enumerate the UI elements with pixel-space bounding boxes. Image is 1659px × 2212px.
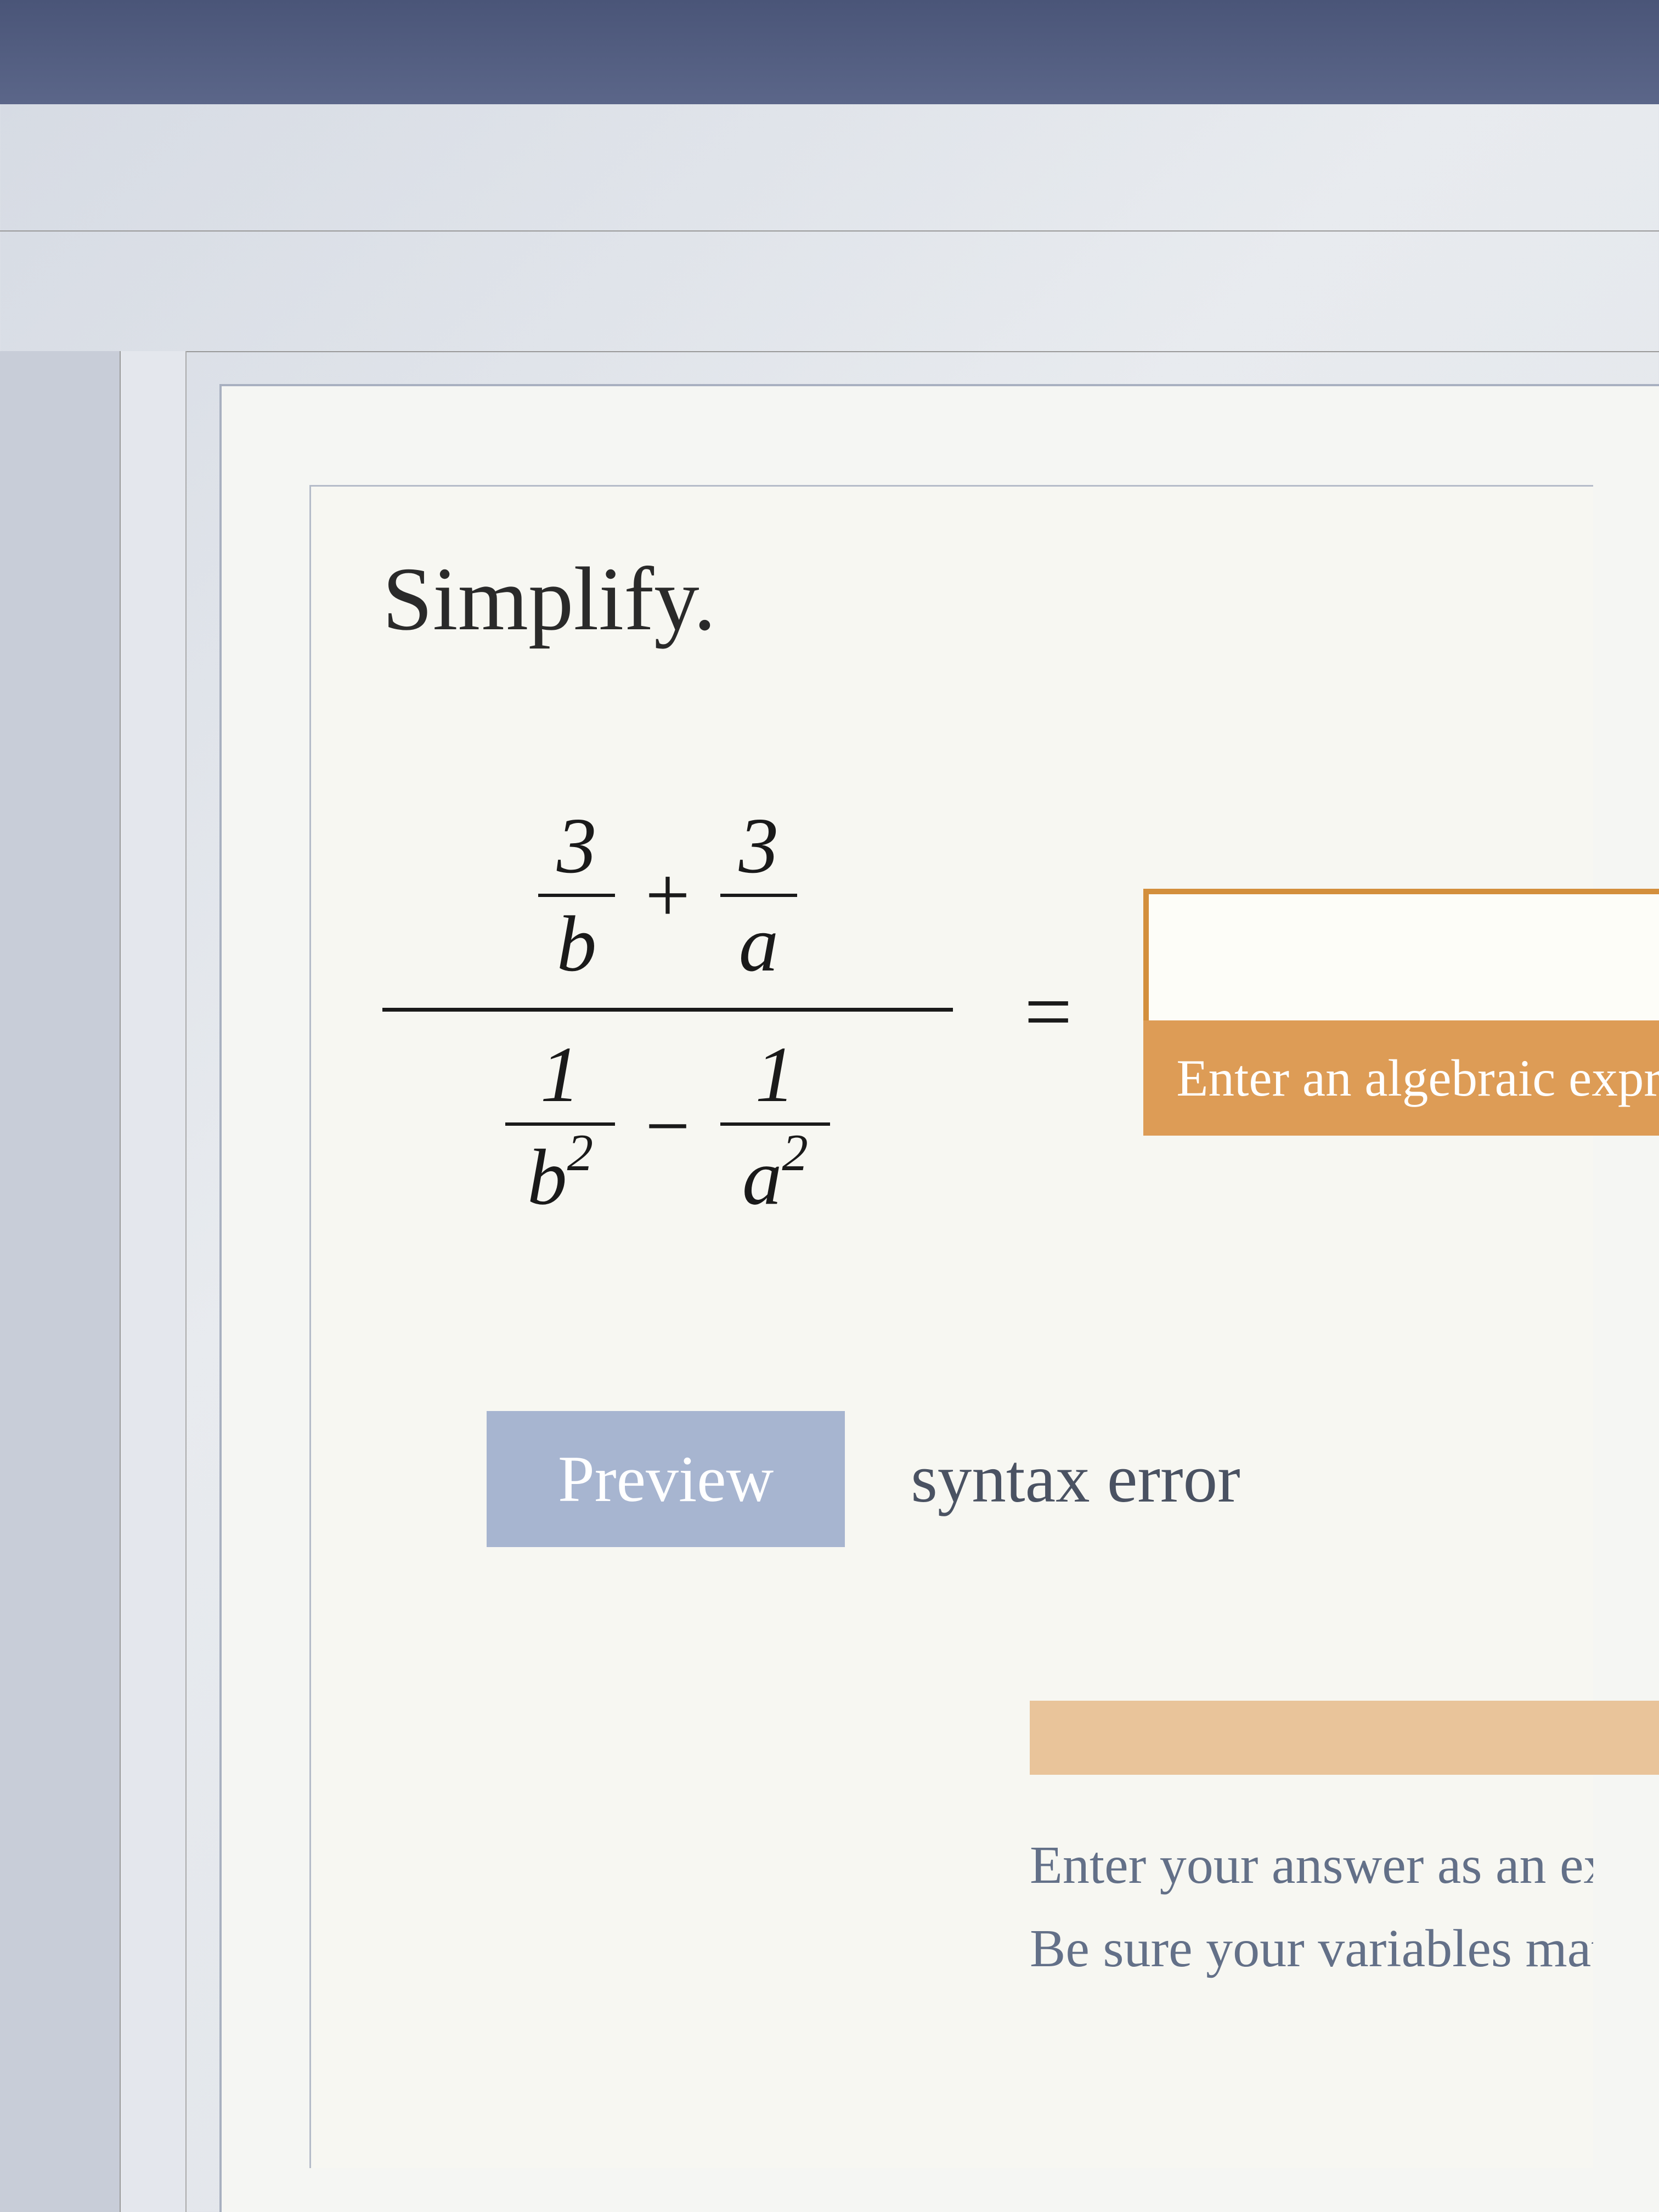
equals-sign: = xyxy=(1024,963,1072,1061)
denominator: b2 xyxy=(527,1129,593,1222)
complex-fraction: 3 b + 3 a 1 xyxy=(382,783,953,1241)
minus-operator: − xyxy=(645,1081,690,1172)
denominator: a xyxy=(739,900,779,989)
denominator: a2 xyxy=(742,1129,808,1222)
fraction: 1 b2 xyxy=(505,1031,615,1222)
instruction-line: Enter your answer as an exp xyxy=(1030,1824,1593,1908)
left-sidebar xyxy=(0,351,121,2212)
equation-row: 3 b + 3 a 1 xyxy=(382,783,1593,1241)
fraction-bar xyxy=(720,1122,830,1126)
answer-hint-label: Enter an algebraic expre xyxy=(1143,1020,1659,1136)
fraction: 3 b xyxy=(538,802,615,989)
fraction: 1 a2 xyxy=(720,1031,830,1222)
content-panel: Simplify. 3 b + 3 a xyxy=(219,384,1659,2212)
problem-container: Simplify. 3 b + 3 a xyxy=(309,485,1593,2168)
fraction-bar xyxy=(505,1122,615,1126)
answer-input[interactable] xyxy=(1143,889,1659,1020)
hint-highlight-bar xyxy=(1030,1701,1659,1775)
numerator: 3 xyxy=(557,802,597,890)
plus-operator: + xyxy=(645,850,690,941)
numerator: 1 xyxy=(755,1031,795,1119)
inner-sidebar xyxy=(121,351,187,2212)
fraction-bar xyxy=(538,894,615,897)
denominator: b xyxy=(557,900,597,989)
complex-denominator: 1 b2 − 1 a2 xyxy=(483,1012,852,1241)
preview-button[interactable]: Preview xyxy=(487,1411,845,1547)
main-fraction-bar xyxy=(382,1008,953,1012)
divider xyxy=(0,351,1659,352)
instruction-line: Be sure your variables matcl xyxy=(1030,1908,1593,1991)
problem-title: Simplify. xyxy=(382,547,1593,651)
syntax-error-label: syntax error xyxy=(911,1440,1240,1519)
complex-numerator: 3 b + 3 a xyxy=(516,783,819,1008)
divider xyxy=(0,230,1659,232)
fraction: 3 a xyxy=(720,802,797,989)
instructions-block: Enter your answer as an exp Be sure your… xyxy=(1030,1701,1593,1991)
fraction-bar xyxy=(720,894,797,897)
numerator: 1 xyxy=(540,1031,580,1119)
window-title-bar xyxy=(0,0,1659,104)
answer-column: Enter an algebraic expre xyxy=(1143,889,1659,1136)
preview-row: Preview syntax error xyxy=(487,1411,1593,1547)
numerator: 3 xyxy=(739,802,779,890)
